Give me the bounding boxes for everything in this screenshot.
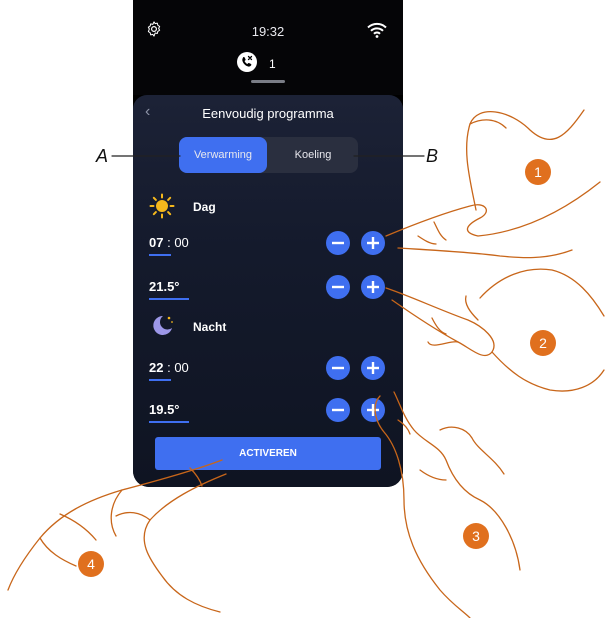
clock-time: 19:32 — [251, 24, 285, 39]
day-temp-plus-button[interactable] — [361, 275, 385, 299]
mode-tabs: Verwarming Koeling — [179, 137, 358, 173]
program-panel: ‹ Eenvoudig programma Verwarming Koeling… — [133, 95, 403, 487]
night-temperature-underline — [149, 421, 189, 423]
plus-icon — [367, 281, 379, 293]
night-time-separator: : — [163, 360, 175, 375]
day-label: Dag — [193, 200, 216, 214]
day-temperature[interactable]: 21.5° — [149, 279, 180, 294]
callout-1: 1 — [525, 159, 551, 185]
sun-icon — [149, 193, 175, 219]
page-title: Eenvoudig programma — [202, 106, 334, 121]
hand-2 — [385, 268, 605, 392]
missed-call-icon[interactable] — [237, 52, 257, 72]
day-hour-selection-underline — [149, 254, 171, 256]
status-bar: 19:32 1 — [133, 0, 403, 95]
plus-icon — [367, 404, 379, 416]
callout-2: 2 — [530, 330, 556, 356]
day-time-plus-button[interactable] — [361, 231, 385, 255]
night-temperature[interactable]: 19.5° — [149, 402, 180, 417]
callout-3: 3 — [463, 523, 489, 549]
tab-verwarming[interactable]: Verwarming — [179, 137, 267, 173]
callout-4: 4 — [78, 551, 104, 577]
wifi-icon — [367, 22, 387, 38]
tab-koeling[interactable]: Koeling — [271, 137, 355, 173]
plus-icon — [367, 237, 379, 249]
night-hour[interactable]: 22 — [149, 360, 163, 375]
night-label: Nacht — [193, 320, 227, 334]
minus-icon — [332, 366, 344, 370]
day-temperature-underline — [149, 298, 189, 300]
minus-icon — [332, 408, 344, 412]
annotation-letter-b: B — [426, 146, 439, 166]
night-temp-plus-button[interactable] — [361, 398, 385, 422]
day-hour[interactable]: 07 — [149, 235, 163, 250]
night-hour-selection-underline — [149, 379, 171, 381]
moon-icon — [153, 315, 173, 335]
night-time-minus-button[interactable] — [326, 356, 350, 380]
annotation-letter-a: A — [96, 146, 109, 166]
day-time-minus-button[interactable] — [326, 231, 350, 255]
night-temp-minus-button[interactable] — [326, 398, 350, 422]
call-count: 1 — [269, 57, 276, 71]
pull-down-handle[interactable] — [251, 80, 285, 83]
night-time-plus-button[interactable] — [361, 356, 385, 380]
night-temperature-value[interactable]: 19.5° — [149, 402, 180, 417]
day-temp-minus-button[interactable] — [326, 275, 350, 299]
hand-1 — [385, 109, 601, 259]
minus-icon — [332, 241, 344, 245]
plus-icon — [367, 362, 379, 374]
minus-icon — [332, 285, 344, 289]
night-time-value[interactable]: 22 : 00 — [149, 360, 189, 375]
day-time-value[interactable]: 07 : 00 — [149, 235, 189, 250]
activate-button[interactable]: ACTIVEREN — [155, 437, 381, 470]
intercom-device-screen: 19:32 1 ‹ Eenvoudig programma Verwarming… — [133, 0, 403, 487]
day-time-separator: : — [163, 235, 175, 250]
day-minute[interactable]: 00 — [174, 235, 188, 250]
day-temperature-value[interactable]: 21.5° — [149, 279, 180, 294]
night-minute[interactable]: 00 — [174, 360, 188, 375]
